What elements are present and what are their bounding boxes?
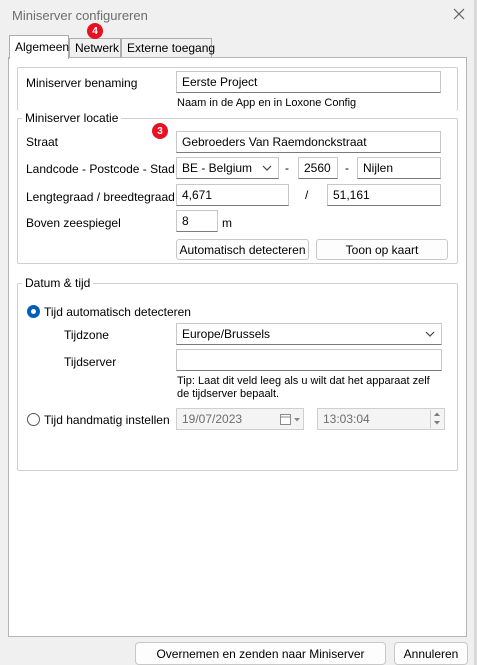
spinner-down-icon[interactable] [434,421,440,425]
latitude-field[interactable]: 51,161 [327,184,441,206]
timezone-select[interactable]: Europe/Brussels [176,323,442,345]
chevron-down-icon [262,165,272,171]
cancel-button-label: Annuleren [403,646,459,661]
name-field[interactable]: Eerste Project [176,71,441,93]
timezone-value: Europe/Brussels [182,327,271,341]
name-hint: Naam in de App en in Loxone Config [177,97,357,109]
time-value: 13:03:04 [323,412,370,426]
apply-send-button-label: Overnemen en zenden naar Miniserver [156,646,365,661]
apply-send-button[interactable]: Overnemen en zenden naar Miniserver [135,642,386,665]
autodetect-button[interactable]: Automatisch detecteren [176,239,309,260]
date-picker[interactable]: 19/07/2023 [176,408,304,430]
country-label: Landcode - Postcode - Stad [26,162,175,176]
coords-label: Lengtegraad / breedtegraad [26,190,175,204]
timeserver-label: Tijdserver [64,355,117,369]
date-value: 19/07/2023 [182,412,243,426]
timeserver-field[interactable] [176,349,442,371]
tab-externe-toegang[interactable]: Externe toegang [121,38,216,57]
street-field[interactable]: Gebroeders Van Raemdonckstraat [176,131,441,153]
location-legend: Miniserver locatie [22,111,122,125]
chevron-down-icon [425,331,435,337]
longitude-field[interactable]: 4,671 [176,184,289,206]
postcode-field[interactable]: 2560 [298,157,338,179]
tab-algemeen-label: Algemeen [15,40,70,54]
street-label: Straat [26,135,59,149]
show-map-button-label: Toon op kaart [345,242,419,257]
postcode-dash: - [285,161,289,175]
manual-time-label[interactable]: Tijd handmatig instellen [44,413,170,427]
spinner-up-icon[interactable] [434,412,440,416]
tab-algemeen[interactable]: Algemeen [9,35,69,59]
autodetect-button-label: Automatisch detecteren [179,242,306,257]
country-select[interactable]: BE - Belgium [176,157,279,179]
datetime-legend: Datum & tijd [22,276,94,290]
city-dash: - [345,161,349,175]
country-value: BE - Belgium [182,161,253,175]
timeserver-tip-line2: de tijdserver bepaalt. [177,388,280,400]
altitude-field[interactable]: 8 [176,210,218,232]
auto-time-label[interactable]: Tijd automatisch detecteren [44,305,191,319]
timezone-label: Tijdzone [64,328,109,342]
time-spinner[interactable] [430,410,443,428]
window-title: Miniserver configureren [12,8,148,23]
close-button[interactable] [446,2,472,26]
time-picker[interactable]: 13:03:04 [317,408,445,430]
coords-slash: / [305,188,309,202]
city-field[interactable]: Nijlen [357,157,441,179]
tab-netwerk-label: Netwerk [75,41,120,55]
tab-externe-toegang-label: Externe toegang [127,41,216,55]
tab-netwerk[interactable]: Netwerk [69,38,121,57]
manual-time-radio[interactable] [27,413,40,426]
cancel-button[interactable]: Annuleren [394,642,468,665]
close-icon [453,8,465,20]
chevron-down-icon [294,418,300,422]
show-map-button[interactable]: Toon op kaart [316,239,448,260]
timeserver-tip-line1: Tip: Laat dit veld leeg als u wilt dat h… [177,375,430,387]
tab-netwerk-badge: 4 [87,23,103,39]
name-label: Miniserver benaming [26,76,138,90]
altitude-label: Boven zeespiegel [26,216,121,230]
location-badge: 3 [152,123,168,139]
auto-time-radio[interactable] [27,305,40,318]
altitude-unit: m [222,216,232,230]
calendar-icon [280,414,291,425]
